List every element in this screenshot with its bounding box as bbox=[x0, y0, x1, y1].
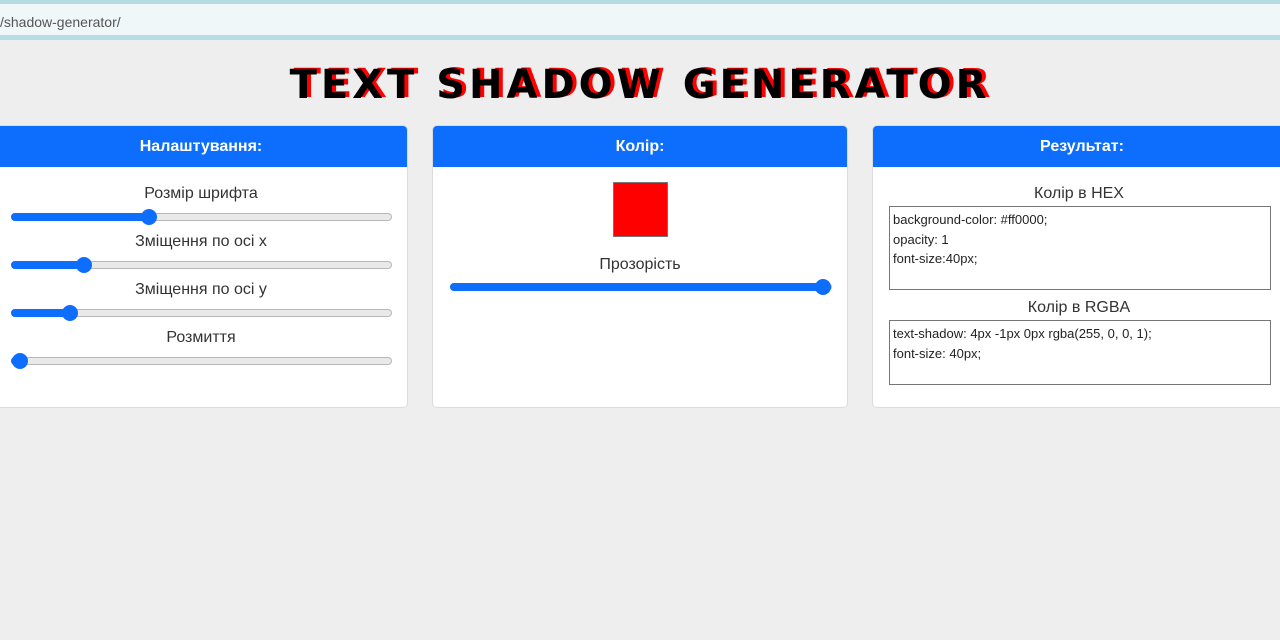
color-card-header: Колір: bbox=[433, 126, 847, 167]
opacity-label: Прозорість bbox=[599, 256, 681, 273]
result-card: Результат: Колір в HEX background-color:… bbox=[872, 125, 1280, 408]
blur-label: Розмиття bbox=[166, 329, 236, 346]
offset-y-slider[interactable] bbox=[11, 305, 392, 321]
opacity-slider-thumb[interactable] bbox=[815, 279, 831, 295]
address-bar[interactable]: /shadow-generator/ bbox=[0, 4, 1280, 40]
hex-output-textarea[interactable]: background-color: #ff0000; opacity: 1 fo… bbox=[889, 206, 1271, 290]
offset-y-label: Зміщення по осі у bbox=[135, 281, 267, 298]
offset-x-slider[interactable] bbox=[11, 257, 392, 273]
color-card: Колір: Прозорість bbox=[432, 125, 848, 408]
font-size-slider[interactable] bbox=[11, 209, 392, 225]
opacity-slider[interactable] bbox=[450, 279, 832, 295]
color-picker-swatch[interactable] bbox=[613, 182, 668, 237]
offset-x-slider-thumb[interactable] bbox=[75, 257, 92, 273]
opacity-slider-fill bbox=[450, 283, 823, 291]
offset-y-slider-thumb[interactable] bbox=[61, 305, 78, 321]
settings-card: Налаштування: Розмір шрифта Зміщення по … bbox=[0, 125, 408, 408]
offset-x-slider-fill bbox=[11, 261, 84, 269]
page-title: TEXT SHADOW GENERATOR bbox=[289, 62, 991, 108]
offset-y-slider-fill bbox=[11, 309, 70, 317]
offset-x-label: Зміщення по осі х bbox=[135, 233, 267, 250]
settings-card-header: Налаштування: bbox=[0, 126, 407, 167]
hex-label: Колір в HEX bbox=[1034, 185, 1124, 202]
font-size-slider-thumb[interactable] bbox=[140, 209, 157, 225]
address-url: /shadow-generator/ bbox=[0, 14, 121, 30]
blur-slider-thumb[interactable] bbox=[12, 353, 28, 369]
font-size-label: Розмір шрифта bbox=[144, 185, 258, 202]
rgba-output-textarea[interactable]: text-shadow: 4px -1px 0px rgba(255, 0, 0… bbox=[889, 320, 1271, 385]
font-size-slider-fill bbox=[11, 213, 149, 221]
result-card-header: Результат: bbox=[873, 126, 1280, 167]
blur-slider[interactable] bbox=[11, 353, 392, 369]
rgba-label: Колір в RGBA bbox=[1027, 299, 1131, 316]
